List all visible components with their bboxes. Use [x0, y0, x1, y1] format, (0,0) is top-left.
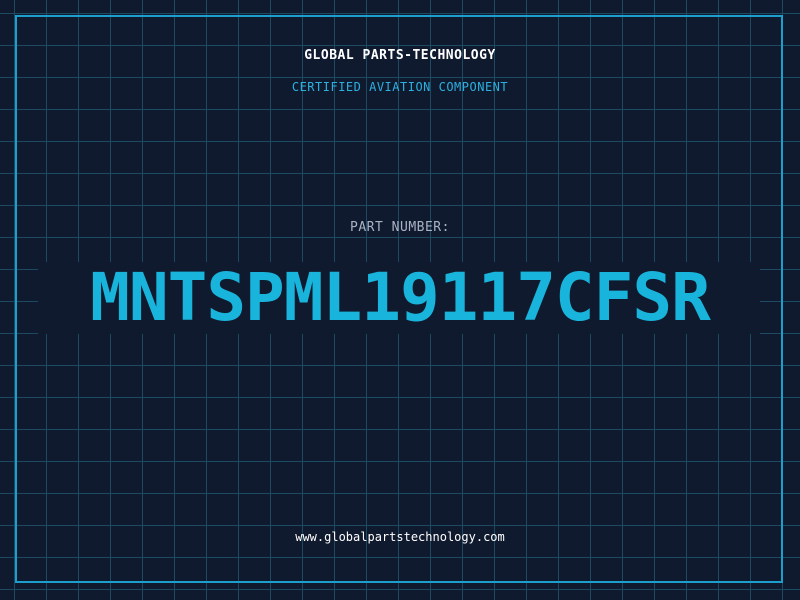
company-name: GLOBAL PARTS-TECHNOLOGY: [304, 48, 496, 63]
part-number-value: MNTSPML19117CFSR: [90, 259, 711, 336]
part-number-label: PART NUMBER:: [350, 220, 450, 235]
website-url: www.globalpartstechnology.com: [295, 530, 505, 544]
certification-subtitle: CERTIFIED AVIATION COMPONENT: [291, 80, 509, 94]
